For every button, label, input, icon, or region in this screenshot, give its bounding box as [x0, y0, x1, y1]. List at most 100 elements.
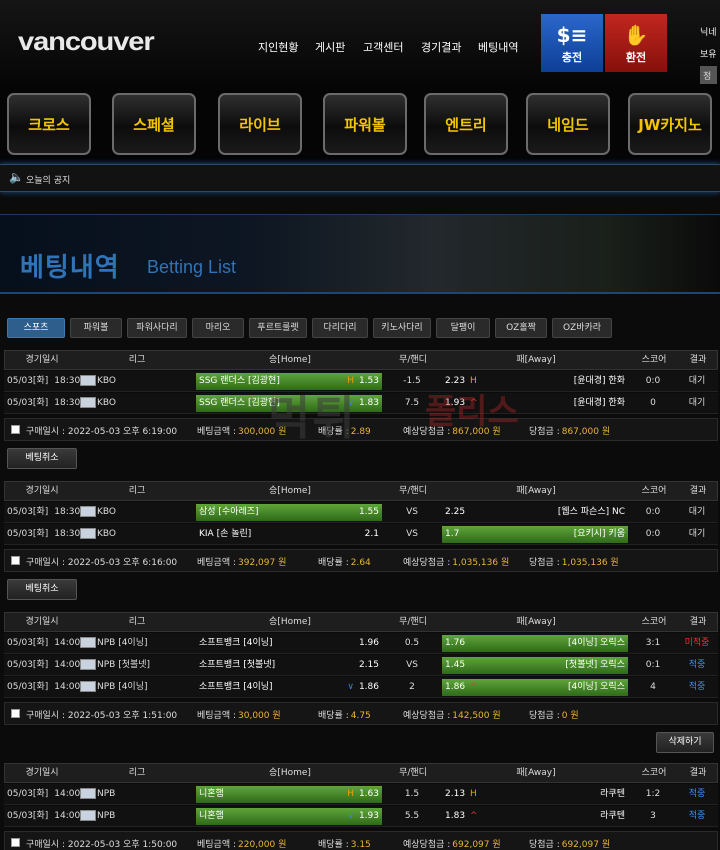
purchase-time: 구매일시 : 2022-05-03 오후 6:16:00	[26, 558, 178, 568]
nav-bet-history[interactable]: 베팅내역	[478, 39, 518, 55]
win-amount: 당첨금 :1,035,136 원	[529, 555, 619, 568]
column-header: 승[Home]	[269, 617, 311, 627]
match-date: 05/03[화] 14:00	[7, 677, 81, 698]
bet-odds: 배당률 :2.64	[318, 555, 371, 568]
match-date-day: 05/03[화]	[7, 376, 49, 386]
tab-powerball[interactable]: 파워볼	[70, 318, 122, 338]
cancel-bet-button[interactable]: 베팅취소	[7, 579, 77, 600]
away-team-cell[interactable]: 2.25 [웹스 파슨스] NC	[442, 504, 628, 521]
home-team-cell[interactable]: 소프트뱅크 [4이닝] ∨ 1.86	[196, 679, 382, 696]
home-team-cell[interactable]: 삼성 [수아레즈] 1.55	[196, 504, 382, 521]
away-odds: 1.83	[445, 811, 466, 821]
league-cell: NPB [첫볼넷]	[80, 655, 194, 676]
game-special-button[interactable]: 스페셜	[112, 93, 196, 155]
home-team-cell[interactable]: 소프트뱅크 [4이닝] 1.96	[196, 635, 382, 652]
select-checkbox[interactable]	[11, 838, 20, 847]
win-amount-label: 당첨금 :	[529, 711, 560, 721]
tab-snail[interactable]: 달팽이	[436, 318, 490, 338]
score-value: 0	[650, 398, 656, 408]
match-date-day: 05/03[화]	[7, 789, 49, 799]
header: vancouver 지인현황 게시판 고객센터 경기결과 베팅내역 $≡ 충전 …	[0, 0, 720, 88]
tab-mario[interactable]: 마리오	[192, 318, 244, 338]
bet-amount-label: 베팅금액 :	[197, 427, 237, 437]
game-cross-button[interactable]: 크로스	[7, 93, 91, 155]
league-name: KBO	[97, 529, 117, 539]
tab-power-ladder[interactable]: 파워사다리	[127, 318, 187, 338]
notice-bar[interactable]: 🔈 오늘의 공지	[0, 164, 720, 192]
nav-board[interactable]: 게시판	[315, 39, 345, 55]
match-time: 14:00	[54, 789, 81, 799]
withdraw-button[interactable]: ✋ 환전	[605, 14, 667, 72]
game-live-button[interactable]: 라이브	[218, 93, 302, 155]
handicap-value: 2	[409, 682, 415, 692]
game-menu: 크로스 스페셜 라이브 파워볼 엔트리 네임드 JW카지노	[0, 84, 720, 162]
league-flag-icon	[80, 788, 96, 799]
tab-oz-oddeven[interactable]: OZ홀짝	[495, 318, 547, 338]
win-amount-value: 1,035,136 원	[561, 558, 619, 568]
away-team-cell[interactable]: 1.45 [첫볼넷] 오릭스	[442, 657, 628, 674]
league-cell: NPB	[80, 784, 194, 805]
column-header: 경기일시	[25, 768, 59, 778]
tab-keno-ladder[interactable]: 키노사다리	[373, 318, 431, 338]
delete-button[interactable]: 삭제하기	[656, 732, 714, 753]
deposit-label: 충전	[561, 51, 583, 64]
game-named-button[interactable]: 네임드	[526, 93, 610, 155]
tab-dari-dari[interactable]: 다리다리	[312, 318, 368, 338]
select-checkbox[interactable]	[11, 425, 20, 434]
notice-text: 오늘의 공지	[26, 176, 71, 186]
select-checkbox[interactable]	[11, 709, 20, 718]
match-date-day: 05/03[화]	[7, 529, 49, 539]
column-header: 경기일시	[25, 355, 59, 365]
league-cell: KBO	[80, 371, 194, 392]
home-team-cell[interactable]: KIA [손 놀린] 2.1	[196, 526, 382, 543]
table-row: 05/03[화] 18:30 KBO 삼성 [수아레즈] 1.55 VS 2.25 [웹스 파…	[4, 502, 718, 523]
logo[interactable]: vancouver	[18, 26, 155, 57]
nav-referral[interactable]: 지인현황	[258, 39, 298, 55]
match-time: 14:00	[54, 682, 81, 692]
table-row: 05/03[화] 14:00 NPB 니혼햄 ∨ 1.93 5.5 1.83 ^ 라쿠텐 3 적중	[4, 806, 718, 827]
away-team-cell[interactable]: 2.13 H 라쿠텐	[442, 786, 628, 803]
away-odds: 1.45	[445, 660, 466, 670]
home-team-cell[interactable]: 니혼햄 H 1.63	[196, 786, 382, 803]
purchase-time: 구매일시 : 2022-05-03 오후 1:51:00	[26, 711, 178, 721]
match-date-day: 05/03[화]	[7, 638, 49, 648]
win-amount-label: 당첨금 :	[529, 840, 560, 850]
expected-win: 예상당첨금 :1,035,136 원	[403, 555, 509, 568]
cash-icon: $≡	[556, 23, 588, 47]
nav-results[interactable]: 경기결과	[421, 39, 461, 55]
away-team-cell[interactable]: 1.86 ^ [4이닝] 오릭스	[442, 679, 628, 696]
game-jw-casino-button[interactable]: JW카지노	[628, 93, 712, 155]
bet-slip: 경기일시 리그 승[Home] 무/핸디 패[Away] 스코어 결과 05/03[화] 18:…	[0, 481, 720, 600]
slip-summary: 구매일시 : 2022-05-03 오후 6:19:00 베팅금액 :300,00…	[4, 418, 718, 441]
away-team-name: [4이닝] 오릭스	[567, 638, 625, 648]
away-odds: 1.86	[445, 682, 466, 692]
bet-amount-value: 220,000 원	[238, 840, 287, 850]
column-header: 패[Away]	[516, 768, 556, 778]
away-team-cell[interactable]: 1.7 [요키시] 키움	[442, 526, 628, 543]
tab-fruit-roulette[interactable]: 푸르트룰렛	[249, 318, 307, 338]
tab-oz-baccarat[interactable]: OZ바카라	[552, 318, 612, 338]
home-team-name: 소프트뱅크 [첫볼넷]	[199, 660, 276, 670]
home-team-name: 니혼햄	[199, 789, 224, 799]
handicap-value: VS	[406, 660, 418, 670]
result-status: 적중	[688, 682, 706, 692]
home-team-cell[interactable]: 소프트뱅크 [첫볼넷] 2.15	[196, 657, 382, 674]
handicap-value: 5.5	[404, 811, 420, 821]
match-time: 18:30	[54, 376, 81, 386]
tab-sports[interactable]: 스포츠	[7, 318, 65, 338]
result-status: 적중	[688, 660, 706, 670]
win-amount-value: 0 원	[561, 711, 579, 721]
deposit-button[interactable]: $≡ 충전	[541, 14, 603, 72]
away-team-cell[interactable]: 1.83 ^ 라쿠텐	[442, 808, 628, 825]
match-date-day: 05/03[화]	[7, 811, 49, 821]
nav-support[interactable]: 고객센터	[363, 39, 403, 55]
game-entry-button[interactable]: 엔트리	[424, 93, 508, 155]
game-powerball-button[interactable]: 파워볼	[323, 93, 407, 155]
result-status: 적중	[688, 811, 706, 821]
home-team-cell[interactable]: 니혼햄 ∨ 1.93	[196, 808, 382, 825]
away-team-cell[interactable]: 1.76 [4이닝] 오릭스	[442, 635, 628, 652]
column-header: 결과	[689, 486, 707, 496]
cancel-bet-button[interactable]: 베팅취소	[7, 448, 77, 469]
select-checkbox[interactable]	[11, 556, 20, 565]
expected-win-value: 142,500 원	[452, 711, 501, 721]
